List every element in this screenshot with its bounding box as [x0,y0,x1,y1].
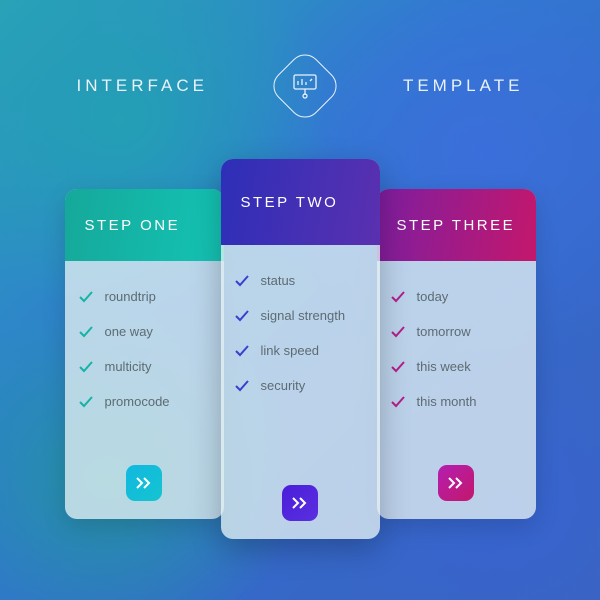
item-label: status [261,273,296,288]
check-icon [391,325,405,339]
card-step-one: STEP ONE roundtrip one way multicity pro… [65,189,224,519]
item-label: security [261,378,306,393]
check-icon [391,290,405,304]
list-item[interactable]: signal strength [235,298,366,333]
check-icon [235,309,249,323]
item-label: link speed [261,343,320,358]
next-button[interactable] [438,465,474,501]
list-item[interactable]: this week [391,349,522,384]
check-icon [79,290,93,304]
list-item[interactable]: today [391,279,522,314]
card-footer [65,449,224,519]
presentation-icon [291,73,319,99]
item-label: tomorrow [417,324,471,339]
logo [268,48,343,123]
check-icon [79,395,93,409]
card-title: STEP ONE [65,189,224,261]
list-item[interactable]: multicity [79,349,210,384]
item-label: multicity [105,359,152,374]
list-item[interactable]: link speed [235,333,366,368]
header-right-word: TEMPLATE [403,76,523,96]
list-item[interactable]: tomorrow [391,314,522,349]
check-icon [235,274,249,288]
card-title: STEP THREE [377,189,536,261]
header-left-word: INTERFACE [77,76,208,96]
double-chevron-right-icon [447,476,465,490]
list-item[interactable]: one way [79,314,210,349]
card-title: STEP TWO [221,159,380,245]
card-items: status signal strength link speed securi… [221,245,380,469]
card-footer [377,449,536,519]
list-item[interactable]: status [235,263,366,298]
item-label: this week [417,359,471,374]
check-icon [235,344,249,358]
double-chevron-right-icon [291,496,309,510]
item-label: today [417,289,449,304]
card-step-three: STEP THREE today tomorrow this week this… [377,189,536,519]
list-item[interactable]: security [235,368,366,403]
item-label: promocode [105,394,170,409]
next-button[interactable] [126,465,162,501]
item-label: signal strength [261,308,346,323]
item-label: roundtrip [105,289,156,304]
item-label: one way [105,324,153,339]
double-chevron-right-icon [135,476,153,490]
check-icon [79,325,93,339]
card-items: today tomorrow this week this month [377,261,536,449]
item-label: this month [417,394,477,409]
list-item[interactable]: roundtrip [79,279,210,314]
check-icon [391,395,405,409]
next-button[interactable] [282,485,318,521]
card-footer [221,469,380,539]
check-icon [235,379,249,393]
check-icon [391,360,405,374]
check-icon [79,360,93,374]
card-items: roundtrip one way multicity promocode [65,261,224,449]
card-row: STEP ONE roundtrip one way multicity pro… [0,159,600,539]
list-item[interactable]: this month [391,384,522,419]
card-step-two: STEP TWO status signal strength link spe… [221,159,380,539]
list-item[interactable]: promocode [79,384,210,419]
header: INTERFACE TEMPLATE [0,0,600,123]
